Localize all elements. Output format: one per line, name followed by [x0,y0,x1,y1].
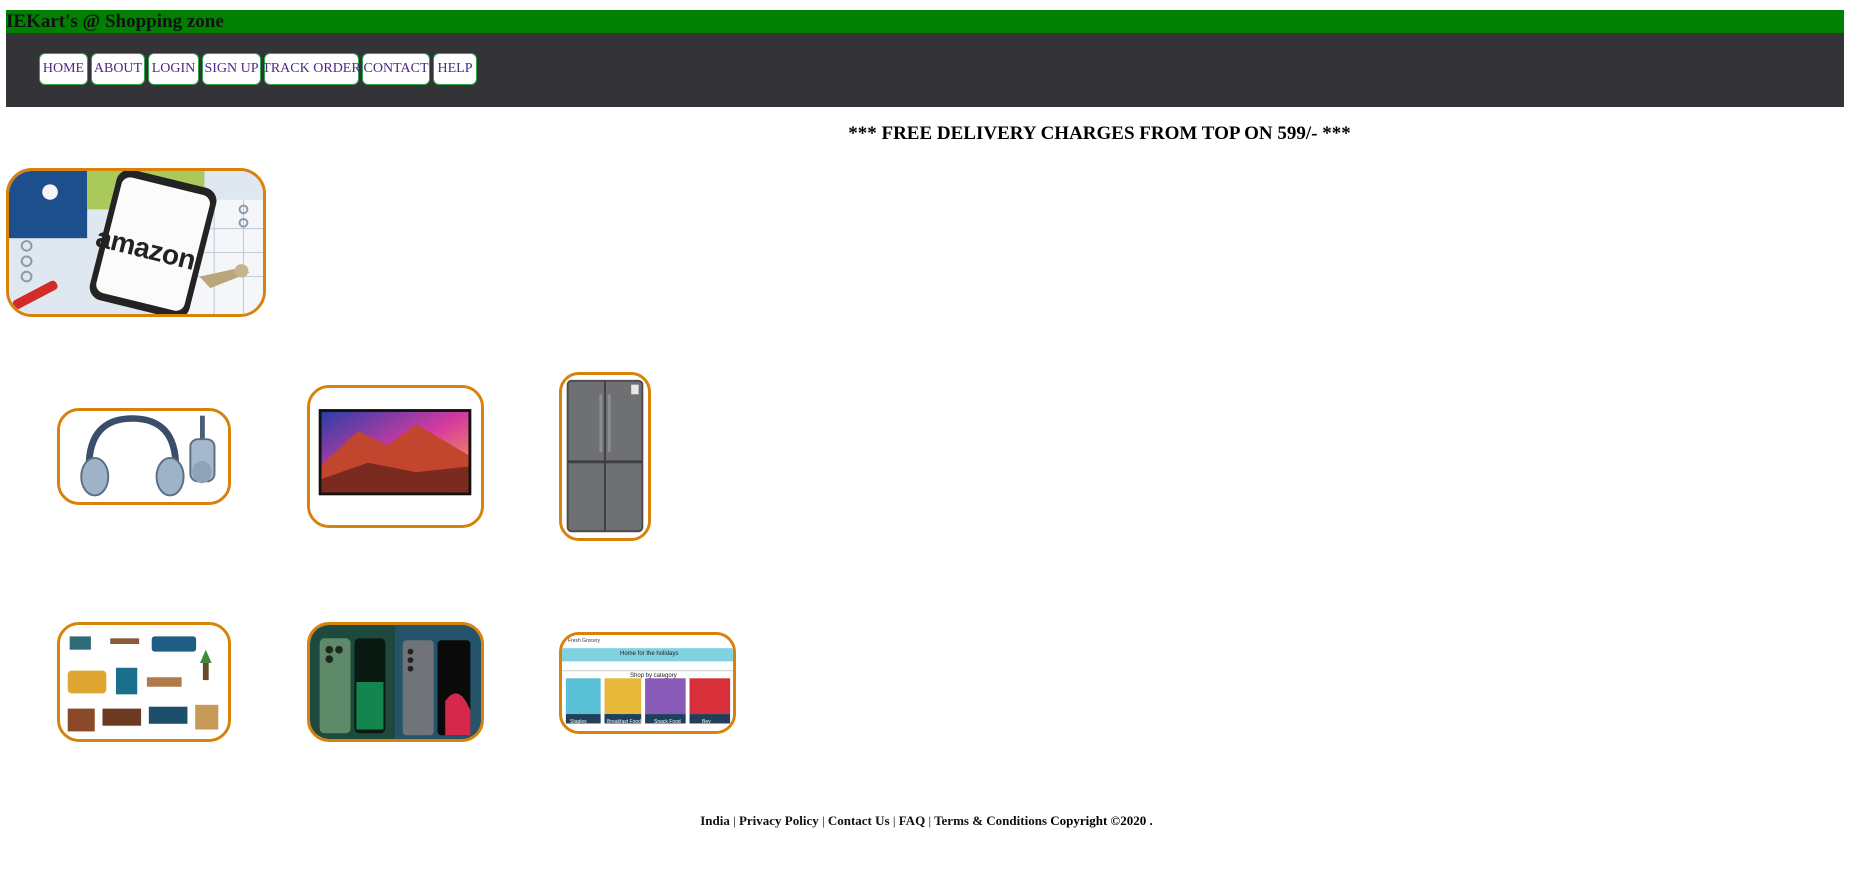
nav-signup-button[interactable]: SIGN UP [202,53,261,85]
headphones-product-image[interactable] [57,408,231,505]
footer-link-contact-us[interactable]: Contact Us [828,813,890,828]
grocery-section-title: Shop by category [630,673,677,679]
grocery-tile-label: Staples [570,719,587,725]
grocery-tile-label: Snack Food [654,719,681,725]
main-navigation: HOME ABOUT LOGIN SIGN UP TRACK ORDER CON… [6,33,1844,107]
nav-help-button[interactable]: HELP [433,53,477,85]
smartphones-product-image[interactable] [307,622,484,742]
footer-link-india[interactable]: India [700,813,730,828]
amazon-hero-image[interactable]: amazon [6,168,266,317]
grocery-banner-text: Home for the holidays [620,651,679,657]
footer-link-terms-conditions[interactable]: Terms & Conditions [934,813,1047,828]
furniture-product-image[interactable] [57,622,231,742]
refrigerator-product-image[interactable] [559,372,651,541]
nav-login-button[interactable]: LOGIN [148,53,199,85]
footer-link-faq[interactable]: FAQ [899,813,925,828]
footer-separator: | [928,813,932,828]
footer-separator: | [892,813,896,828]
footer-separator: | [733,813,736,828]
free-delivery-announcement: *** FREE DELIVERY CHARGES FROM TOP ON 59… [848,123,1351,144]
nav-home-button[interactable]: HOME [39,53,88,85]
site-brand: IEKart's @ Shopping zone [6,11,224,32]
top-brand-bar: IEKart's @ Shopping zone [6,10,1844,33]
television-product-image[interactable] [307,385,484,528]
footer-copyright: Copyright ©2020 . [1050,813,1153,828]
site-footer: India | Privacy Policy | Contact Us | FA… [0,813,1853,829]
nav-track-order-button[interactable]: TRACK ORDER [262,53,361,85]
footer-link-privacy-policy[interactable]: Privacy Policy [739,813,819,828]
grocery-tile-label: Bev [702,719,711,725]
footer-separator: | [821,813,825,828]
grocery-store-product-image[interactable]: Fresh Grocery Home for the holidays Shop… [559,632,736,734]
grocery-tile-label: Breakfast Food [607,719,641,725]
grocery-header-text: Fresh Grocery [568,638,600,644]
nav-contact-button[interactable]: CONTACT [362,53,430,85]
nav-about-button[interactable]: ABOUT [91,53,145,85]
